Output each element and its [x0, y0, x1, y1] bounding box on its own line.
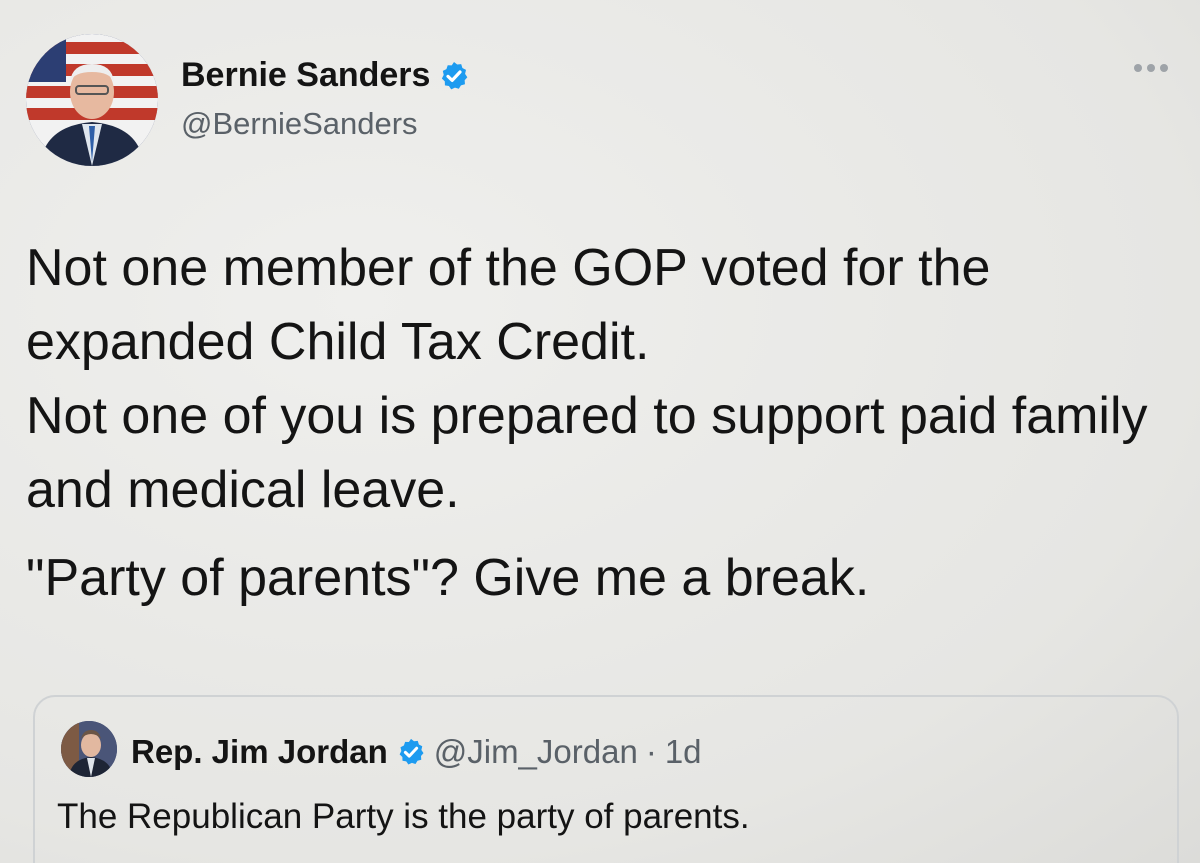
more-dot: [1147, 64, 1155, 72]
quoted-handle[interactable]: @Jim_Jordan: [434, 733, 638, 771]
avatar-image: [26, 34, 158, 166]
more-dot: [1160, 64, 1168, 72]
more-horizontal-icon[interactable]: [1134, 64, 1168, 72]
author-handle[interactable]: @BernieSanders: [181, 106, 418, 142]
tweet-text-line: Not one member of the GOP voted for the …: [26, 239, 991, 371]
tweet-text: Not one member of the GOP voted for the …: [26, 231, 1176, 615]
quoted-tweet-text: The Republican Party is the party of par…: [57, 797, 750, 836]
author-avatar[interactable]: [26, 34, 158, 166]
quoted-header: Rep. Jim Jordan @Jim_Jordan · 1d: [131, 733, 702, 771]
tweet: Bernie Sanders @BernieSanders Not one me…: [0, 0, 1200, 863]
quoted-timestamp[interactable]: 1d: [665, 733, 702, 771]
tweet-text-line: Not one of you is prepared to support pa…: [26, 387, 1148, 519]
quoted-avatar-image: [61, 721, 117, 777]
quoted-tweet-card[interactable]: Rep. Jim Jordan @Jim_Jordan · 1d The Rep…: [33, 695, 1179, 863]
tweet-text-line: "Party of parents"? Give me a break.: [26, 549, 870, 607]
author-display-name-row[interactable]: Bernie Sanders: [181, 56, 470, 95]
verified-badge-icon: [438, 60, 470, 92]
quoted-display-name[interactable]: Rep. Jim Jordan: [131, 733, 388, 771]
author-display-name[interactable]: Bernie Sanders: [181, 56, 430, 95]
quoted-author-avatar[interactable]: [61, 721, 117, 777]
more-dot: [1134, 64, 1142, 72]
quoted-separator: ·: [645, 733, 657, 770]
verified-badge-icon: [396, 737, 426, 767]
